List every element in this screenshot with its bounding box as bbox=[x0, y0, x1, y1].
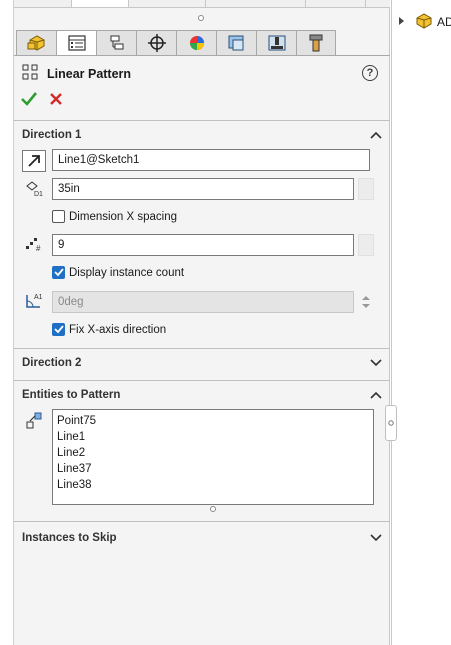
tab-property-manager[interactable] bbox=[56, 30, 96, 56]
panel-collapse-handle[interactable] bbox=[385, 405, 397, 441]
tab-cam-operation[interactable] bbox=[256, 30, 296, 56]
top-tab[interactable] bbox=[206, 0, 306, 7]
instance-count-icon: # bbox=[22, 233, 46, 255]
top-tab-active[interactable] bbox=[72, 0, 129, 7]
spacing-spinner[interactable] bbox=[358, 178, 374, 200]
instance-count-spinner[interactable] bbox=[358, 234, 374, 256]
tree-root-label[interactable]: AD bbox=[437, 15, 451, 29]
list-item[interactable]: Line1 bbox=[57, 429, 369, 445]
tab-cam-tool[interactable] bbox=[296, 30, 336, 56]
top-tab[interactable] bbox=[129, 0, 206, 7]
configuration-manager-icon bbox=[110, 35, 123, 50]
part-icon bbox=[415, 12, 433, 33]
chevron-up-icon bbox=[370, 391, 382, 399]
feature-manager-icon bbox=[27, 35, 44, 51]
reverse-direction-button[interactable] bbox=[22, 150, 46, 172]
tab-cam-feature[interactable] bbox=[216, 30, 256, 56]
checkbox-box[interactable] bbox=[52, 210, 65, 223]
tab-feature-manager[interactable] bbox=[16, 30, 56, 56]
fix-x-axis-checkbox[interactable]: Fix X-axis direction bbox=[52, 323, 166, 336]
separator bbox=[14, 120, 390, 121]
svg-text:#: # bbox=[36, 244, 41, 253]
collapse-direction1-button[interactable] bbox=[369, 128, 383, 142]
close-icon bbox=[50, 93, 62, 105]
cancel-button[interactable] bbox=[47, 90, 65, 108]
property-manager-panel: Linear Pattern ? Direction 1 Line1@Sketc… bbox=[14, 8, 390, 645]
spin-down-icon bbox=[362, 304, 370, 308]
tab-display-manager[interactable] bbox=[176, 30, 216, 56]
cam-feature-icon bbox=[228, 35, 243, 51]
help-icon[interactable]: ? bbox=[362, 65, 378, 81]
entities-title: Entities to Pattern bbox=[22, 389, 121, 401]
chevron-down-icon bbox=[370, 359, 382, 367]
angle-icon: A1 bbox=[22, 290, 46, 312]
property-manager-icon bbox=[67, 35, 86, 51]
instance-count-input[interactable]: 9 bbox=[52, 234, 354, 256]
angle-spinner bbox=[358, 291, 374, 313]
checkbox-box-checked[interactable] bbox=[52, 266, 65, 279]
graphics-area[interactable]: AD bbox=[391, 0, 451, 645]
spin-up-icon bbox=[362, 296, 370, 300]
tab-dimxpert-manager[interactable] bbox=[136, 30, 176, 56]
display-instance-count-label: Display instance count bbox=[69, 266, 185, 279]
separator bbox=[14, 521, 390, 522]
expand-instances-to-skip-button[interactable] bbox=[369, 531, 383, 545]
checkmark-icon bbox=[21, 92, 37, 106]
svg-text:A1: A1 bbox=[34, 294, 43, 301]
list-item[interactable]: Point75 bbox=[57, 413, 369, 429]
checkmark-icon bbox=[53, 268, 64, 277]
separator bbox=[14, 348, 390, 349]
chevron-up-icon bbox=[370, 131, 382, 139]
left-strip bbox=[0, 0, 14, 645]
collapse-entities-button[interactable] bbox=[369, 388, 383, 402]
dimension-x-spacing-label: Dimension X spacing bbox=[69, 210, 178, 223]
dimxpert-icon bbox=[147, 34, 166, 52]
direction1-title: Direction 1 bbox=[22, 129, 82, 141]
list-item[interactable]: Line38 bbox=[57, 477, 369, 493]
entities-listbox[interactable]: Point75 Line1 Line2 Line37 Line38 bbox=[52, 409, 374, 505]
tree-expand-arrow-icon[interactable] bbox=[399, 17, 404, 25]
sketch-entities-icon bbox=[22, 410, 46, 432]
cam-tool-icon bbox=[309, 34, 323, 52]
linear-pattern-icon bbox=[22, 64, 40, 85]
listbox-resize-grip-icon[interactable] bbox=[210, 506, 216, 512]
angle-input: 0deg bbox=[52, 291, 354, 313]
display-manager-icon bbox=[189, 36, 204, 50]
direction2-title: Direction 2 bbox=[22, 357, 82, 369]
fix-x-axis-label: Fix X-axis direction bbox=[69, 323, 167, 336]
tab-configuration-manager[interactable] bbox=[96, 30, 136, 56]
cam-operation-icon bbox=[268, 35, 285, 51]
direction-reference-field[interactable]: Line1@Sketch1 bbox=[52, 149, 370, 171]
top-tab[interactable] bbox=[14, 0, 72, 7]
reverse-direction-icon bbox=[28, 155, 40, 167]
separator bbox=[14, 380, 390, 381]
top-tab[interactable] bbox=[306, 0, 366, 7]
checkmark-icon bbox=[53, 325, 64, 334]
tabs-underline bbox=[14, 55, 390, 56]
expand-direction2-button[interactable] bbox=[369, 356, 383, 370]
manager-tabs bbox=[16, 30, 336, 56]
display-instance-count-checkbox[interactable]: Display instance count bbox=[52, 266, 184, 279]
svg-text:D1: D1 bbox=[34, 191, 43, 197]
splitter-grip-icon[interactable] bbox=[198, 15, 204, 21]
top-tab-strip bbox=[14, 0, 390, 8]
spacing-icon: D1 bbox=[22, 177, 46, 199]
list-item[interactable]: Line2 bbox=[57, 445, 369, 461]
spacing-input[interactable]: 35in bbox=[52, 178, 354, 200]
list-item[interactable]: Line37 bbox=[57, 461, 369, 477]
feature-title: Linear Pattern bbox=[47, 67, 132, 81]
instances-to-skip-title: Instances to Skip bbox=[22, 532, 117, 544]
chevron-down-icon bbox=[370, 534, 382, 542]
ok-button[interactable] bbox=[20, 90, 38, 108]
dimension-x-spacing-checkbox[interactable]: Dimension X spacing bbox=[52, 210, 177, 223]
grip-circle-icon bbox=[388, 420, 394, 426]
checkbox-box-checked[interactable] bbox=[52, 323, 65, 336]
